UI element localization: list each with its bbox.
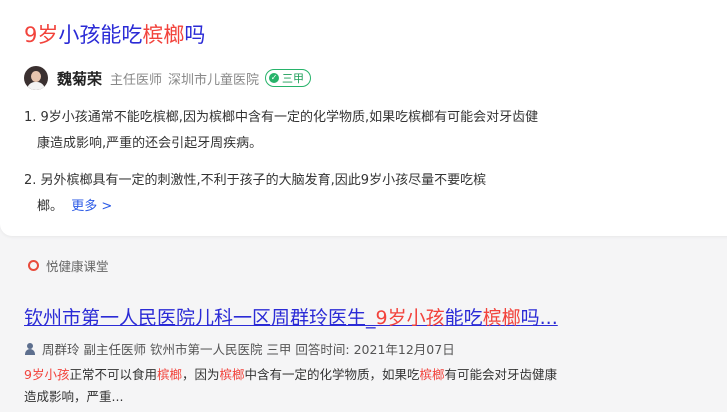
result-title-link[interactable]: 钦州市第一人民医院儿科一区周群玲医生_9岁小孩能吃槟榔吗... <box>24 303 558 330</box>
badge-label: 三甲 <box>282 72 305 85</box>
answer-card: 9岁小孩能吃槟榔吗 魏菊荣 主任医师 深圳市儿童医院 ✓ 三甲 1. 9岁小孩通常… <box>0 0 727 236</box>
source-circle-icon <box>28 260 39 271</box>
answer-point-2-line2: 榔。 <box>37 199 64 214</box>
snippet-line2: 造成影响，严重... <box>24 389 124 404</box>
snippet-hl-1: 9岁小孩 <box>24 367 70 382</box>
result-title-part1: 钦州市第一人民医院儿科一区周群玲医生_ <box>24 307 376 329</box>
snippet-text-3: 中含有一定的化学物质，如果吃 <box>244 367 420 382</box>
snippet-hl-3: 槟榔 <box>219 367 245 382</box>
answer-point-2-line1: 2. 另外槟榔具有一定的刺激性,不利于孩子的大脑发育,因此9岁小孩尽量不要吃槟 <box>24 173 487 188</box>
source-label[interactable]: 悦健康课堂 <box>28 256 109 275</box>
result-title-suffix: 吗... <box>520 307 558 329</box>
result-title-highlight-betel: 槟榔 <box>482 307 521 329</box>
title-highlight-betel: 槟榔 <box>142 23 185 47</box>
result-meta: 周群玲 副主任医师 钦州市第一人民医院 三甲 回答时间: 2021年12月07日 <box>24 339 455 358</box>
answer-point-2-line2-row: 榔。 更多 > <box>24 194 486 220</box>
snippet-text-4: 有可能会对牙齿健康 <box>444 367 558 382</box>
doctor-name[interactable]: 魏菊荣 <box>57 68 102 89</box>
title-suffix: 吗 <box>184 23 206 47</box>
title-highlight-age: 9岁 <box>24 23 59 47</box>
doctor-avatar[interactable] <box>24 66 48 90</box>
snippet-text-1: 正常不可以食用 <box>69 367 157 382</box>
check-icon: ✓ <box>269 73 280 83</box>
title-text: 小孩能吃 <box>58 23 143 47</box>
snippet-hl-4: 槟榔 <box>419 367 445 382</box>
doctor-info: 魏菊荣 主任医师 深圳市儿童医院 ✓ 三甲 <box>24 66 312 90</box>
doctor-title: 主任医师 <box>110 72 163 88</box>
answer-point-2: 2. 另外槟榔具有一定的刺激性,不利于孩子的大脑发育,因此9岁小孩尽量不要吃槟 … <box>24 168 486 220</box>
snippet-line1: 9岁小孩正常不可以食用槟榔，因为槟榔中含有一定的化学物质，如果吃槟榔有可能会对牙… <box>24 364 557 386</box>
result-snippet: 9岁小孩正常不可以食用槟榔，因为槟榔中含有一定的化学物质，如果吃槟榔有可能会对牙… <box>24 364 557 408</box>
source-name: 悦健康课堂 <box>46 259 109 274</box>
answer-point-1-line1: 1. 9岁小孩通常不能吃槟榔,因为槟榔中含有一定的化学物质,如果吃槟榔有可能会对… <box>24 110 539 125</box>
snippet-hl-2: 槟榔 <box>156 367 182 382</box>
result-title-highlight-age: 9岁小孩 <box>375 307 445 329</box>
doctor-hospital: 深圳市儿童医院 <box>168 72 260 88</box>
more-link[interactable]: 更多 > <box>71 199 112 214</box>
snippet-text-2: ，因为 <box>181 367 220 382</box>
answer-title[interactable]: 9岁小孩能吃槟榔吗 <box>24 19 205 49</box>
result-title-part2: 能吃 <box>444 307 483 329</box>
answer-point-1: 1. 9岁小孩通常不能吃槟榔,因为槟榔中含有一定的化学物质,如果吃槟榔有可能会对… <box>24 105 538 157</box>
hospital-grade-badge: ✓ 三甲 <box>265 69 312 87</box>
doctor-person-icon <box>24 342 36 355</box>
result-meta-text: 周群玲 副主任医师 钦州市第一人民医院 三甲 回答时间: 2021年12月07日 <box>42 342 455 357</box>
answer-point-1-line2: 康造成影响,严重的还会引起牙周疾病。 <box>37 136 263 151</box>
